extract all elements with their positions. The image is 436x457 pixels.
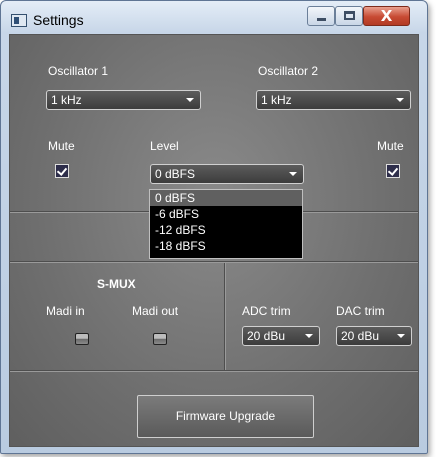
oscillator2-value: 1 kHz	[261, 93, 292, 107]
level-select[interactable]: 0 dBFS	[150, 164, 304, 184]
madi-in-label: Madi in	[46, 304, 85, 318]
mute-right-checkbox[interactable]	[386, 164, 400, 178]
section-divider	[10, 261, 418, 263]
oscillator1-label: Oscillator 1	[48, 64, 109, 78]
adc-trim-value: 20 dBu	[247, 329, 286, 343]
minimize-button[interactable]	[307, 6, 335, 26]
window-app-icon	[11, 14, 27, 27]
level-option[interactable]: 0 dBFS	[150, 190, 302, 206]
mute-left-label: Mute	[48, 139, 75, 153]
madi-in-toggle[interactable]	[75, 333, 89, 345]
dac-trim-label: DAC trim	[336, 304, 385, 318]
chevron-down-icon	[305, 334, 313, 338]
mute-right-label: Mute	[377, 139, 404, 153]
level-dropdown-list: 0 dBFS -6 dBFS -12 dBFS -18 dBFS	[149, 189, 303, 259]
madi-out-label: Madi out	[132, 304, 179, 318]
mute-left-checkbox[interactable]	[55, 164, 69, 178]
level-value: 0 dBFS	[155, 167, 196, 181]
close-button[interactable]: X	[363, 6, 410, 26]
dac-trim-value: 20 dBu	[341, 329, 380, 343]
minimize-icon	[317, 18, 326, 21]
madi-out-toggle[interactable]	[153, 333, 167, 345]
chevron-down-icon	[397, 334, 405, 338]
settings-window: Settings X Oscillator 1 1 kHz Oscillator…	[0, 0, 428, 454]
maximize-button[interactable]	[335, 6, 363, 26]
chevron-down-icon	[289, 172, 297, 176]
chevron-down-icon	[186, 98, 194, 102]
column-divider	[224, 263, 226, 370]
section-divider	[10, 370, 418, 372]
dac-trim-select[interactable]: 20 dBu	[336, 326, 412, 346]
maximize-icon	[344, 11, 355, 20]
adc-trim-select[interactable]: 20 dBu	[242, 326, 320, 346]
chevron-down-icon	[396, 98, 404, 102]
oscillator2-label: Oscillator 2	[258, 64, 319, 78]
adc-trim-label: ADC trim	[242, 304, 291, 318]
level-option[interactable]: -18 dBFS	[150, 238, 302, 254]
firmware-upgrade-button[interactable]: Firmware Upgrade	[137, 395, 314, 438]
smux-title: S-MUX	[97, 277, 136, 291]
level-option[interactable]: -12 dBFS	[150, 222, 302, 238]
oscillator1-select[interactable]: 1 kHz	[46, 90, 201, 110]
checkmark-icon	[387, 165, 399, 176]
window-title: Settings	[33, 12, 84, 28]
level-label: Level	[150, 139, 179, 153]
level-option[interactable]: -6 dBFS	[150, 206, 302, 222]
oscillator2-select[interactable]: 1 kHz	[256, 90, 411, 110]
oscillator1-value: 1 kHz	[51, 93, 82, 107]
close-icon: X	[380, 7, 393, 25]
checkmark-icon	[56, 165, 68, 176]
